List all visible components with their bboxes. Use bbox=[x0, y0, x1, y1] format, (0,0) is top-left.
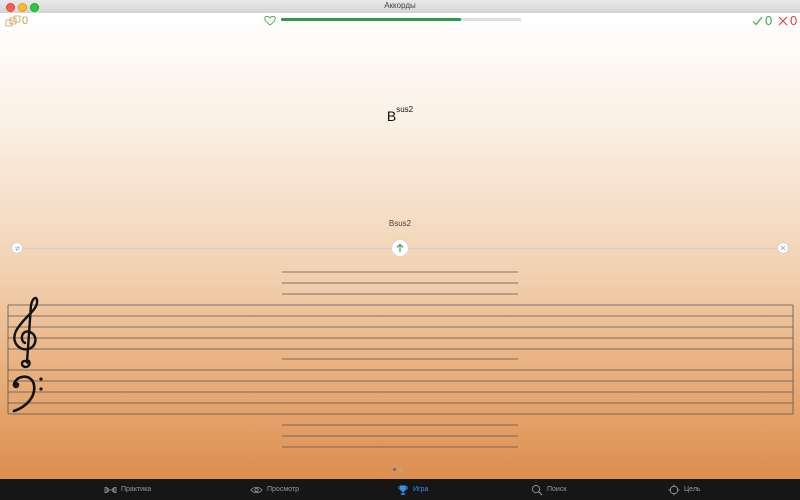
ledger-lines-below bbox=[282, 424, 518, 448]
game-screen: 0 0 0 Bsus2 Bsus2 bbox=[0, 13, 800, 479]
tab-browse-label: Просмотр bbox=[267, 486, 299, 493]
window-title: Аккорды bbox=[384, 1, 416, 10]
search-icon bbox=[531, 484, 543, 495]
treble-clef-icon bbox=[13, 296, 39, 369]
tab-browse[interactable]: Просмотр bbox=[250, 479, 299, 500]
page-dot[interactable] bbox=[393, 468, 396, 471]
bass-clef-icon bbox=[12, 375, 43, 413]
tab-practice-label: Практика bbox=[121, 486, 152, 493]
grand-staff bbox=[7, 271, 794, 448]
trophy-icon bbox=[398, 485, 408, 495]
title-bar: Аккорды bbox=[0, 0, 800, 14]
page-indicator bbox=[393, 468, 402, 471]
page-dot[interactable] bbox=[399, 468, 402, 471]
dumbbell-icon bbox=[104, 486, 117, 493]
treble-staff-lines bbox=[8, 304, 793, 350]
tab-search[interactable]: Поиск bbox=[531, 479, 566, 500]
tab-search-label: Поиск bbox=[547, 486, 567, 493]
target-icon bbox=[668, 484, 680, 495]
tab-bar: Практика Просмотр Игра Поиск Цель bbox=[0, 479, 800, 500]
tab-game-label: Игра bbox=[413, 486, 429, 493]
tab-practice[interactable]: Практика bbox=[104, 479, 151, 500]
bass-staff-lines bbox=[8, 369, 793, 415]
tab-goal[interactable]: Цель bbox=[668, 479, 701, 500]
ledger-lines-above bbox=[282, 271, 518, 295]
staff-barlines bbox=[7, 305, 794, 414]
tab-game[interactable]: Игра bbox=[397, 479, 428, 500]
tab-goal-label: Цель bbox=[684, 486, 701, 493]
eye-icon bbox=[250, 486, 263, 493]
